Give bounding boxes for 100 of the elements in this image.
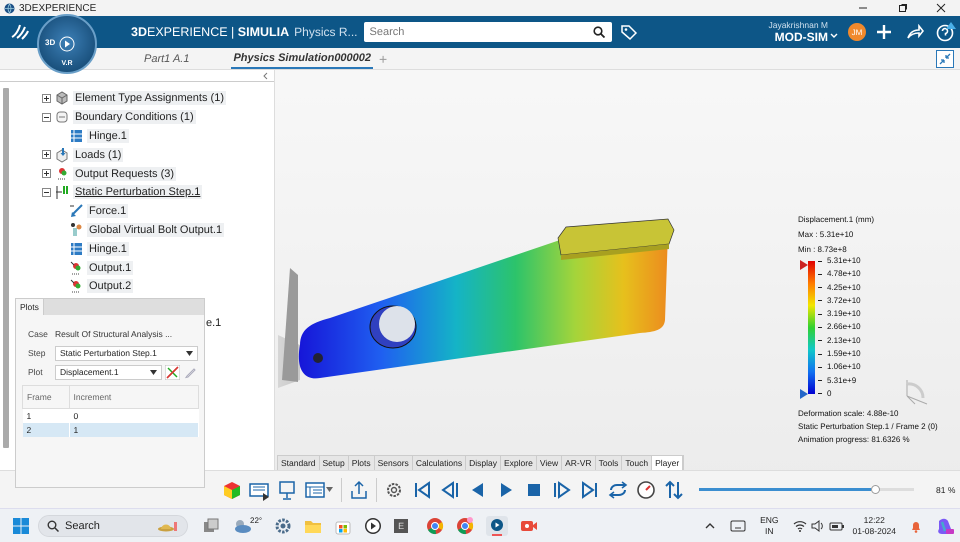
- clock-date[interactable]: 01-08-2024: [852, 526, 896, 536]
- compass-app-icon[interactable]: [486, 516, 508, 536]
- sort-icon[interactable]: [663, 478, 685, 500]
- app-brand: 3DEXPERIENCE | SIMULIA: [131, 25, 290, 39]
- chevron-up-icon[interactable]: [704, 520, 716, 530]
- slider-fill[interactable]: [699, 488, 871, 491]
- field-label: Plot: [28, 367, 44, 377]
- document-tab[interactable]: Part1 A.1: [142, 48, 192, 69]
- scale-label: 5.31e+9: [827, 376, 856, 385]
- legend-note: Deformation scale: 4.88e-10: [798, 408, 900, 420]
- slider-thumb[interactable]: [871, 485, 880, 494]
- search-field[interactable]: Search: [364, 22, 612, 42]
- volume-icon[interactable]: [810, 520, 825, 532]
- copilot-icon[interactable]: [936, 516, 954, 534]
- marker-icon[interactable]: [800, 389, 808, 399]
- tree-item[interactable]: Output.2: [87, 279, 134, 294]
- column-header: Increment: [69, 386, 198, 408]
- tree-item[interactable]: Output Requests (3): [73, 166, 176, 181]
- clock-time[interactable]: 12:22: [864, 514, 885, 526]
- table-row[interactable]: 2 1: [22, 423, 198, 437]
- caret-icon[interactable]: [830, 33, 838, 39]
- dropdown[interactable]: Displacement.1: [55, 364, 162, 380]
- start-icon[interactable]: [12, 516, 30, 534]
- plot-tool-icon[interactable]: [165, 364, 180, 380]
- tree-item[interactable]: Global Virtual Bolt Output.1: [87, 222, 224, 237]
- expand-toggle[interactable]: [42, 150, 51, 160]
- tree-item[interactable]: Output.1: [87, 260, 134, 275]
- max-value: Max : 5.31e+10: [798, 229, 854, 241]
- expand-toggle[interactable]: [42, 188, 51, 197]
- panel-tab[interactable]: Plots: [16, 299, 44, 315]
- loop-icon[interactable]: [607, 478, 629, 500]
- maximize-icon[interactable]: [898, 3, 908, 13]
- tree-item[interactable]: Hinge.1: [87, 128, 129, 143]
- taskbar-search[interactable]: Search: [38, 514, 188, 536]
- field-label: Step: [28, 348, 46, 358]
- app-icon[interactable]: E: [394, 518, 408, 532]
- tree-item[interactable]: Hinge.1: [87, 242, 129, 256]
- dropdown-value: Static Perturbation Step.1: [60, 348, 157, 358]
- temperature: 22°: [250, 516, 262, 525]
- chevron-left-icon[interactable]: [262, 72, 268, 80]
- tree-item[interactable]: Force.1: [87, 204, 128, 218]
- field-label: Case: [28, 329, 49, 339]
- brand-logo-icon[interactable]: [9, 23, 31, 41]
- play-icon[interactable]: [59, 36, 75, 52]
- tag-icon[interactable]: [620, 23, 638, 41]
- grid-icon: [68, 240, 84, 257]
- tree-item[interactable]: e.1: [206, 317, 222, 329]
- table-row[interactable]: 1 0: [22, 408, 198, 423]
- dropdown-value: Displacement.1: [60, 367, 119, 377]
- region[interactable]: IN: [765, 526, 774, 536]
- help-icon[interactable]: [936, 22, 956, 42]
- table-cell: 1: [69, 423, 198, 437]
- close-icon[interactable]: [936, 3, 946, 13]
- caret-icon[interactable]: [150, 370, 157, 374]
- scale-label: 4.25e+10: [827, 284, 861, 292]
- app-name: Physics R...: [294, 25, 358, 39]
- legend-note: Static Perturbation Step.1 / Frame 2 (0): [798, 421, 938, 433]
- collapse-icon[interactable]: [936, 50, 954, 68]
- dropdown[interactable]: Static Perturbation Step.1: [55, 346, 198, 360]
- scale-label: 0: [827, 390, 832, 398]
- tree-item[interactable]: Loads (1): [73, 148, 124, 162]
- scale-label: 3.72e+10: [827, 296, 861, 305]
- globe-icon: [4, 2, 15, 14]
- min-value: Min : 8.73e+8: [798, 244, 848, 256]
- wifi-icon[interactable]: [792, 520, 807, 532]
- scale-label: 5.31e+10: [827, 257, 861, 265]
- tree-item[interactable]: Element Type Assignments (1): [73, 91, 226, 106]
- cube-icon: [54, 90, 70, 106]
- search-icon[interactable]: [592, 26, 605, 38]
- legend-title: Displacement.1 (mm): [798, 214, 876, 226]
- table-cell: 0: [69, 408, 198, 423]
- grid-icon: [68, 128, 84, 144]
- tree-item[interactable]: Boundary Conditions (1): [73, 110, 196, 124]
- tablet-icon[interactable]: [730, 518, 746, 532]
- scale-label: 2.66e+10: [827, 323, 861, 332]
- slider-track[interactable]: [699, 488, 914, 491]
- media-player-icon[interactable]: [364, 516, 382, 534]
- expand-toggle[interactable]: [42, 112, 51, 122]
- tenant-menu[interactable]: MOD-SIM: [774, 30, 828, 44]
- language[interactable]: ENG: [760, 514, 779, 526]
- share-icon[interactable]: [906, 24, 924, 40]
- task-view-icon[interactable]: [202, 516, 220, 534]
- browser-icon[interactable]: [456, 516, 474, 534]
- scrollbar[interactable]: [3, 88, 9, 448]
- workbench-tab[interactable]: Player: [652, 456, 684, 470]
- step-forward-icon[interactable]: [551, 478, 573, 500]
- step-back-icon[interactable]: [439, 478, 461, 500]
- tree-item[interactable]: Static Perturbation Step.1: [73, 185, 202, 200]
- scale-label: 1.59e+10: [827, 350, 861, 358]
- settings-icon[interactable]: [274, 516, 292, 534]
- plus-icon[interactable]: [876, 24, 892, 40]
- caret-icon[interactable]: [186, 350, 193, 356]
- window-title: 3DEXPERIENCE: [19, 2, 96, 14]
- gauge-icon[interactable]: [635, 478, 657, 500]
- compass-label: 3D: [45, 38, 56, 47]
- battery-icon[interactable]: [828, 520, 845, 532]
- expand-toggle[interactable]: [42, 169, 51, 178]
- browser-icon[interactable]: [426, 516, 444, 534]
- expand-toggle[interactable]: [42, 94, 51, 103]
- zoom-value: 81 %: [936, 484, 956, 494]
